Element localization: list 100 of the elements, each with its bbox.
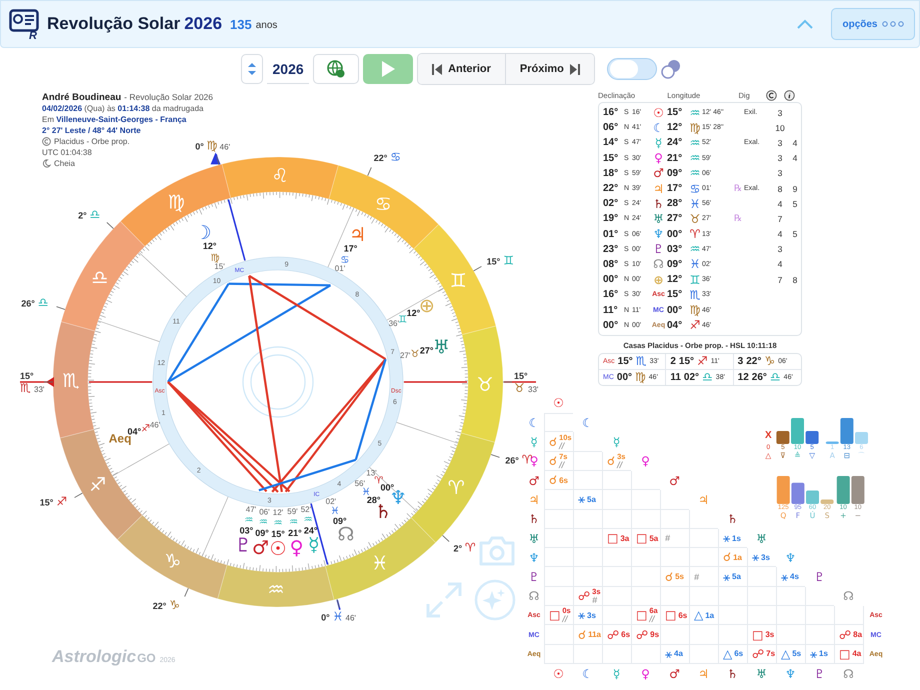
zodiac-sign: ♋ (374, 194, 392, 216)
diagonal-label: ☿ (612, 436, 620, 448)
planet-minutes: 15' (214, 262, 225, 271)
planet-sign: ♒ (274, 518, 282, 529)
year-field[interactable]: 2026 (267, 54, 310, 84)
house-degree: 26° (752, 372, 767, 383)
sign-symbol: ♍ (688, 304, 702, 316)
cusp-tick (106, 222, 114, 229)
cusp-sign: ♊ (503, 253, 514, 268)
parallel-mark: // (559, 460, 566, 469)
aspect-orb: 1s (732, 534, 741, 543)
conjunction-symbol: ☌ (549, 436, 558, 448)
circles-icon[interactable] (660, 59, 681, 79)
diagonal-label: ☉ (553, 397, 564, 410)
planet-degree: 15° (271, 529, 285, 539)
cusp-sign: ♓ (332, 609, 344, 624)
i-value: 4 (792, 153, 798, 164)
grid-cell (631, 490, 660, 510)
planet-minutes: 06' (259, 507, 270, 516)
aspect-orb: 6s (734, 649, 744, 658)
aspect-orb: 11a (588, 630, 601, 640)
planet-minutes: 59' (287, 507, 298, 516)
longitude-degree: 15° (667, 289, 684, 300)
camera-icon[interactable] (478, 535, 516, 567)
age-value: 135 (230, 16, 252, 32)
expand-icon[interactable] (426, 582, 462, 618)
aspect-orb: 3s (765, 630, 774, 640)
c-value: 3 (778, 138, 782, 148)
c-value: 7 (778, 214, 782, 224)
trine-symbol: △ (781, 648, 790, 660)
cusp-degree: 26° (21, 298, 35, 308)
toggle-switch[interactable] (606, 58, 657, 80)
column-label: ♀ (641, 668, 650, 680)
sign-symbol: ♍ (635, 371, 646, 384)
planet-symbol: ♀ (653, 152, 664, 164)
row-label: ♆ (528, 552, 540, 564)
c-circle-icon (766, 90, 778, 101)
cusp-sign: ♈ (464, 540, 476, 554)
declination-degree: 16° (603, 289, 620, 300)
aspect-orb: 6s (621, 630, 630, 640)
year-spinner-button[interactable] (241, 54, 264, 84)
bar (836, 476, 850, 504)
house-degree: 02° (684, 372, 700, 383)
sextile-symbol: ⚹ (723, 570, 730, 583)
grid-cell (544, 567, 573, 587)
planet-minutes: 01' (334, 264, 346, 273)
opposition-symbol: ☍ (752, 648, 764, 660)
planet-sign: ♉ (410, 348, 420, 360)
sparkle-icon[interactable] (474, 579, 516, 621)
cusp-tick (336, 598, 340, 608)
planet-glyph: ☽ (194, 222, 212, 244)
collapse-icon[interactable] (797, 19, 813, 29)
declination-degree: 00° (603, 274, 620, 286)
page-title: Revolução Solar (47, 14, 180, 34)
sign-symbol: ♊ (688, 274, 702, 286)
previous-button[interactable]: Anterior (418, 54, 505, 84)
globe-button[interactable] (313, 54, 360, 84)
planet-glyph: ♇ (234, 534, 252, 556)
zodiac-sign: ♓ (371, 552, 388, 574)
planet-minutes: 27' (400, 350, 410, 360)
house-label: 11 (670, 372, 681, 383)
planet-sign: ♒ (244, 514, 254, 526)
diagonal-label: ♂ (669, 474, 680, 487)
next-button[interactable]: Próximo (504, 54, 594, 84)
diagonal-label: ♇ (814, 571, 825, 584)
declination-degree: 06° (603, 122, 620, 134)
logo-letter: R (29, 31, 37, 42)
cusp-sign: ♎ (38, 295, 49, 310)
house-cusp-line (396, 422, 458, 444)
utc-time: UTC 01:04:38 (42, 147, 93, 158)
grid-cell (689, 510, 718, 529)
longitude-degree: 12° (667, 274, 684, 286)
house-cusp-line (112, 443, 170, 476)
diagonal-label: ♀ (641, 455, 650, 468)
options-button[interactable]: opções (831, 8, 915, 40)
declination-degree: 22° (603, 183, 620, 194)
column-label: ♂ (669, 668, 680, 680)
zodiac-sign: ♐ (89, 474, 106, 496)
planet-minutes: 12' (272, 508, 284, 517)
house-cusp-line (98, 320, 160, 342)
planet-glyph: ☊ (337, 524, 354, 546)
parallel-mark: // (617, 460, 624, 469)
house-cusp-line (138, 252, 187, 298)
longitude-degree: 03° (667, 244, 684, 255)
opposition-symbol: ☍ (636, 628, 648, 641)
grid-cell (660, 490, 689, 510)
parallel-mark: // (562, 615, 569, 624)
aspect-orb: 3a (620, 534, 630, 543)
cusp-minutes: 33' (34, 385, 44, 394)
cusp-sign: ♎ (89, 208, 100, 222)
cusp-degree: 26° (505, 456, 519, 466)
zodiac-sign: ♑ (164, 550, 182, 572)
c-value: 4 (778, 229, 782, 240)
play-button[interactable] (363, 54, 414, 84)
sign-symbol: ♍ (688, 122, 702, 134)
brand-name: Astrologic (52, 647, 136, 667)
moon-phase: Cheia (54, 158, 75, 169)
aspect-orb: 4s (790, 572, 799, 582)
planet-degree: 03° (240, 526, 254, 536)
planet-minutes: 36' (388, 318, 400, 328)
